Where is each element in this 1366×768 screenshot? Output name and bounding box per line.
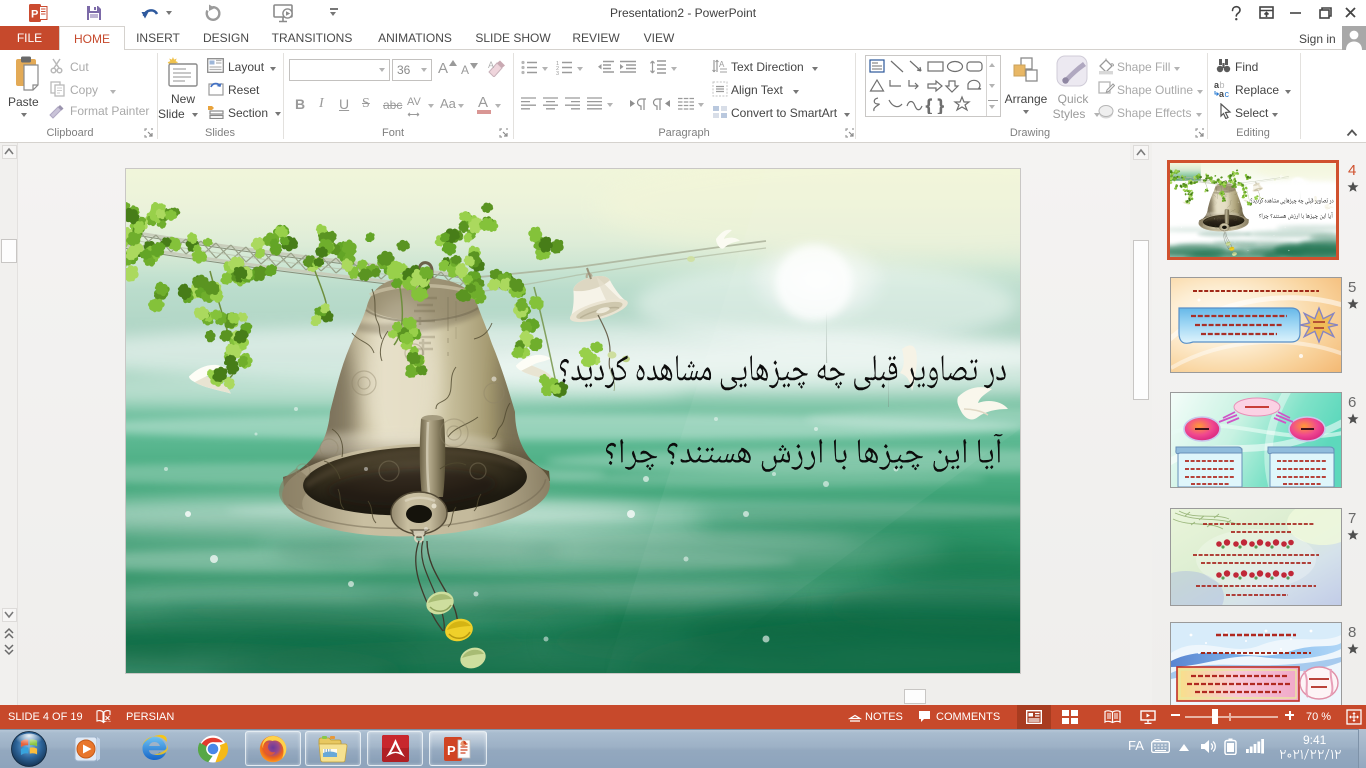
svg-text:P: P [447, 743, 456, 758]
svg-text:}: } [938, 96, 944, 114]
svg-text:c: c [1225, 89, 1230, 98]
svg-text:A: A [488, 60, 494, 70]
svg-text:{: { [926, 96, 932, 114]
svg-text:A: A [719, 60, 725, 69]
svg-text:3: 3 [556, 71, 559, 75]
